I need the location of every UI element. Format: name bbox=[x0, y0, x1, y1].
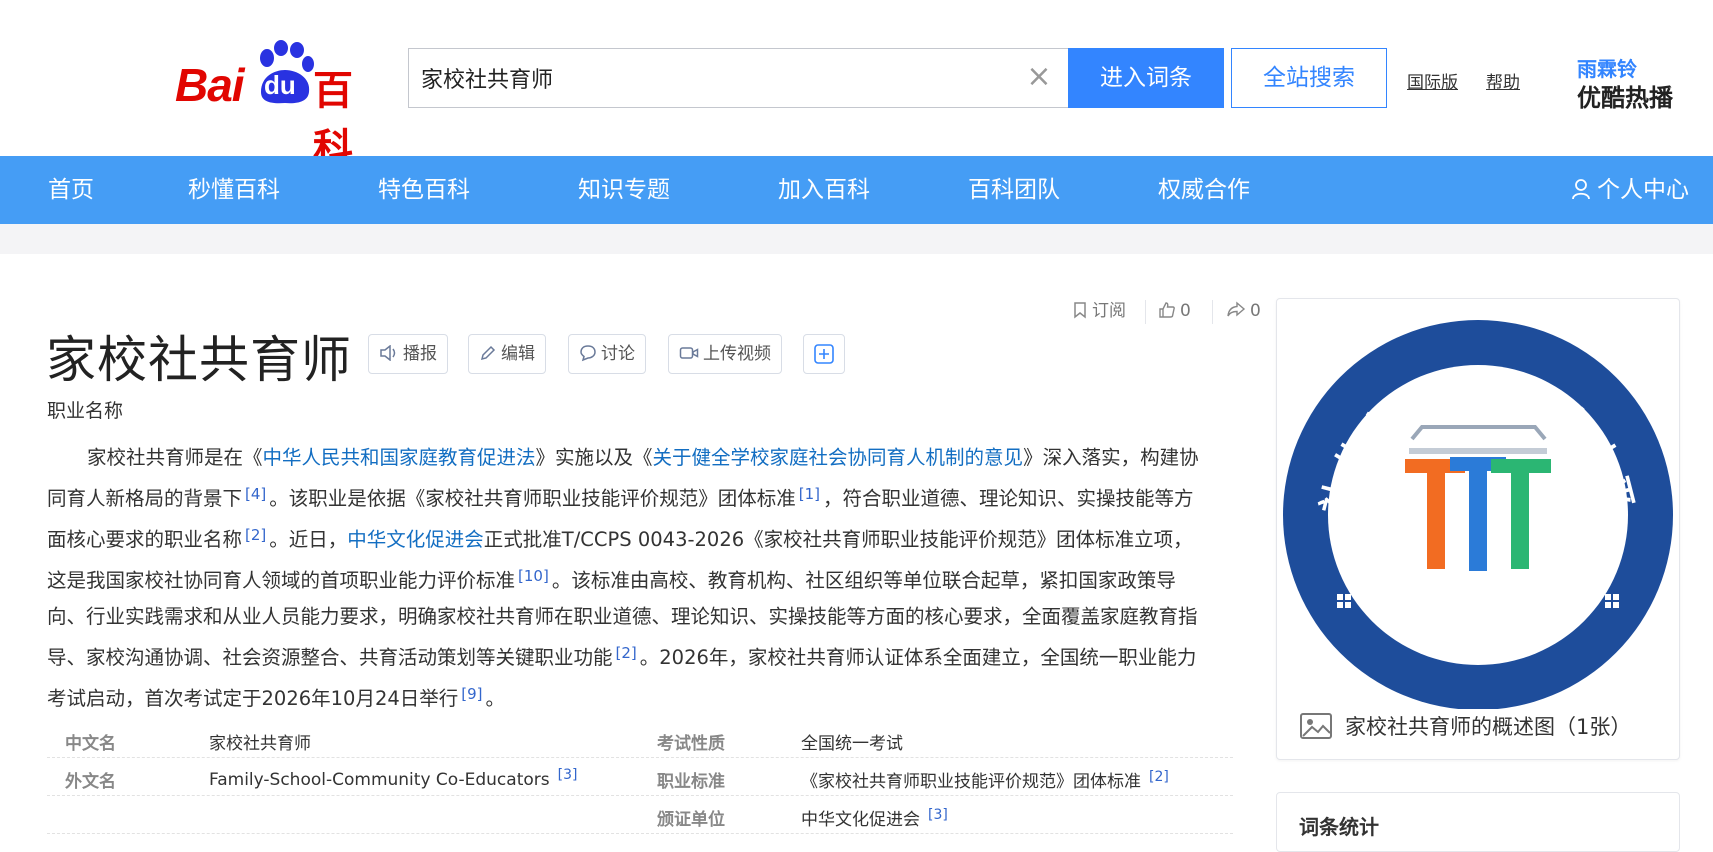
citation-ref[interactable]: [10] bbox=[518, 567, 549, 585]
summary-paragraph: 家校社共育师是在《中华人民共和国家庭教育促进法》实施以及《关于健全学校家庭社会协… bbox=[47, 440, 1209, 717]
overview-image-card[interactable]: 家校社共育师职业能力水平考试 家庭·学校·社会 家校社共育师的概述图（1张） bbox=[1276, 298, 1680, 760]
add-button[interactable] bbox=[803, 334, 845, 374]
enter-entry-button[interactable]: 进入词条 bbox=[1068, 48, 1224, 108]
info-value: 全国统一考试 bbox=[801, 734, 903, 754]
like-button[interactable]: 0 bbox=[1158, 298, 1191, 324]
info-key: 职业标准 bbox=[657, 772, 725, 792]
search-box: × bbox=[408, 48, 1068, 108]
citation-ref[interactable]: [1] bbox=[799, 485, 820, 503]
info-value-text: 《家校社共育师职业技能评价规范》团体标准 bbox=[801, 772, 1141, 792]
page-title: 家校社共育师 bbox=[46, 331, 352, 389]
summary-text: 。 bbox=[485, 687, 506, 710]
stats-title: 词条统计 bbox=[1299, 815, 1379, 839]
discuss-label: 讨论 bbox=[601, 344, 635, 364]
promo-subtitle[interactable]: 优酷热播 bbox=[1577, 78, 1673, 113]
info-key: 中文名 bbox=[65, 734, 116, 754]
clear-icon[interactable]: × bbox=[1024, 62, 1054, 93]
image-caption[interactable]: 家校社共育师的概述图（1张） bbox=[1299, 711, 1631, 741]
search-input[interactable] bbox=[421, 49, 1021, 107]
nav-item-partners[interactable]: 权威合作 bbox=[1158, 156, 1250, 224]
header: Bai du 百科 × 进入词条 全站搜索 国际版 帮助 雨霖铃 优酷热播 bbox=[0, 0, 1713, 172]
edit-button[interactable]: 编辑 bbox=[468, 334, 546, 374]
subscribe-button[interactable]: 订阅 bbox=[1072, 298, 1126, 324]
link-family-education-law[interactable]: 中华人民共和国家庭教育促进法 bbox=[263, 446, 536, 469]
share-icon bbox=[1227, 300, 1246, 317]
summary-text: 。该职业是依据《家校社共育师职业技能评价规范》团体标准 bbox=[269, 487, 796, 510]
nav-item-topics[interactable]: 知识专题 bbox=[578, 156, 670, 224]
nav-item-featured[interactable]: 特色百科 bbox=[378, 156, 470, 224]
exam-emblem-image[interactable]: 家校社共育师职业能力水平考试 家庭·学校·社会 bbox=[1277, 299, 1679, 709]
user-icon bbox=[1572, 178, 1590, 199]
info-key: 考试性质 bbox=[657, 734, 725, 754]
pencil-icon bbox=[480, 345, 496, 360]
citation-ref[interactable]: [9] bbox=[461, 685, 482, 703]
info-row: 颁证单位 中华文化促进会 [3] bbox=[47, 796, 1233, 834]
citation-ref[interactable]: [2] bbox=[1149, 769, 1169, 785]
info-row: 外文名 Family-School-Community Co-Educators… bbox=[47, 758, 1233, 796]
summary-text: 家校社共育师是在《 bbox=[87, 446, 263, 469]
international-link[interactable]: 国际版 bbox=[1407, 68, 1458, 93]
info-key: 颁证单位 bbox=[657, 810, 725, 830]
summary-text: 》实施以及《 bbox=[535, 446, 653, 469]
video-camera-icon bbox=[679, 346, 699, 359]
summary-text: 。近日， bbox=[269, 528, 348, 551]
citation-ref[interactable]: [2] bbox=[245, 526, 266, 544]
baidu-baike-logo[interactable]: Bai du 百科 bbox=[175, 40, 390, 172]
divider bbox=[1145, 300, 1146, 324]
info-value: Family-School-Community Co-Educators [3] bbox=[209, 767, 577, 790]
nav-item-team[interactable]: 百科团队 bbox=[968, 156, 1060, 224]
upload-video-button[interactable]: 上传视频 bbox=[668, 334, 782, 374]
like-count: 0 bbox=[1180, 301, 1191, 321]
edit-label: 编辑 bbox=[501, 344, 535, 364]
play-audio-button[interactable]: 播报 bbox=[368, 334, 448, 374]
plus-square-icon bbox=[814, 344, 834, 364]
help-link[interactable]: 帮助 bbox=[1486, 68, 1520, 93]
link-chinese-culture-promotion[interactable]: 中华文化促进会 bbox=[347, 528, 484, 551]
chat-bubble-icon bbox=[580, 344, 596, 361]
entry-stats-card: 词条统计 bbox=[1276, 792, 1680, 852]
play-label: 播报 bbox=[403, 344, 437, 364]
info-value: 《家校社共育师职业技能评价规范》团体标准 [2] bbox=[801, 767, 1169, 792]
citation-ref[interactable]: [3] bbox=[928, 807, 948, 823]
discuss-button[interactable]: 讨论 bbox=[568, 334, 646, 374]
thumbs-up-icon bbox=[1159, 301, 1175, 318]
nav-item-miaodong[interactable]: 秒懂百科 bbox=[188, 156, 280, 224]
nav-item-join[interactable]: 加入百科 bbox=[778, 156, 870, 224]
info-value-text: Family-School-Community Co-Educators bbox=[209, 770, 550, 790]
user-center-label: 个人中心 bbox=[1597, 177, 1689, 203]
subscribe-label: 订阅 bbox=[1092, 301, 1126, 321]
user-center-link[interactable]: 个人中心 bbox=[1571, 156, 1689, 224]
speaker-icon bbox=[380, 343, 396, 362]
share-button[interactable]: 0 bbox=[1226, 298, 1261, 324]
caption-text: 家校社共育师的概述图（1张） bbox=[1345, 715, 1632, 739]
info-key: 外文名 bbox=[65, 772, 116, 792]
logo-text-du: du bbox=[264, 70, 296, 100]
info-value-text: 中华文化促进会 bbox=[801, 810, 920, 830]
share-count: 0 bbox=[1250, 301, 1261, 321]
citation-ref[interactable]: [3] bbox=[558, 767, 578, 783]
bookmark-icon bbox=[1074, 301, 1086, 319]
citation-ref[interactable]: [2] bbox=[616, 644, 637, 662]
page-background-band bbox=[0, 224, 1713, 254]
entry-subtitle: 职业名称 bbox=[47, 400, 124, 422]
info-value: 中华文化促进会 [3] bbox=[801, 805, 948, 830]
link-coeducation-opinion[interactable]: 关于健全学校家庭社会协同育人机制的意见 bbox=[653, 446, 1024, 469]
divider bbox=[1212, 300, 1213, 324]
image-gallery-icon bbox=[1300, 713, 1332, 739]
logo-text-bai: Bai bbox=[175, 59, 245, 111]
site-search-button[interactable]: 全站搜索 bbox=[1231, 48, 1387, 108]
citation-ref[interactable]: [4] bbox=[245, 485, 266, 503]
main-nav: 首页 秒懂百科 特色百科 知识专题 加入百科 百科团队 权威合作 个人中心 bbox=[0, 156, 1713, 224]
nav-item-home[interactable]: 首页 bbox=[48, 156, 94, 224]
info-value: 家校社共育师 bbox=[209, 734, 311, 754]
upload-video-label: 上传视频 bbox=[703, 344, 771, 364]
info-row: 中文名 家校社共育师 考试性质 全国统一考试 bbox=[47, 720, 1233, 758]
